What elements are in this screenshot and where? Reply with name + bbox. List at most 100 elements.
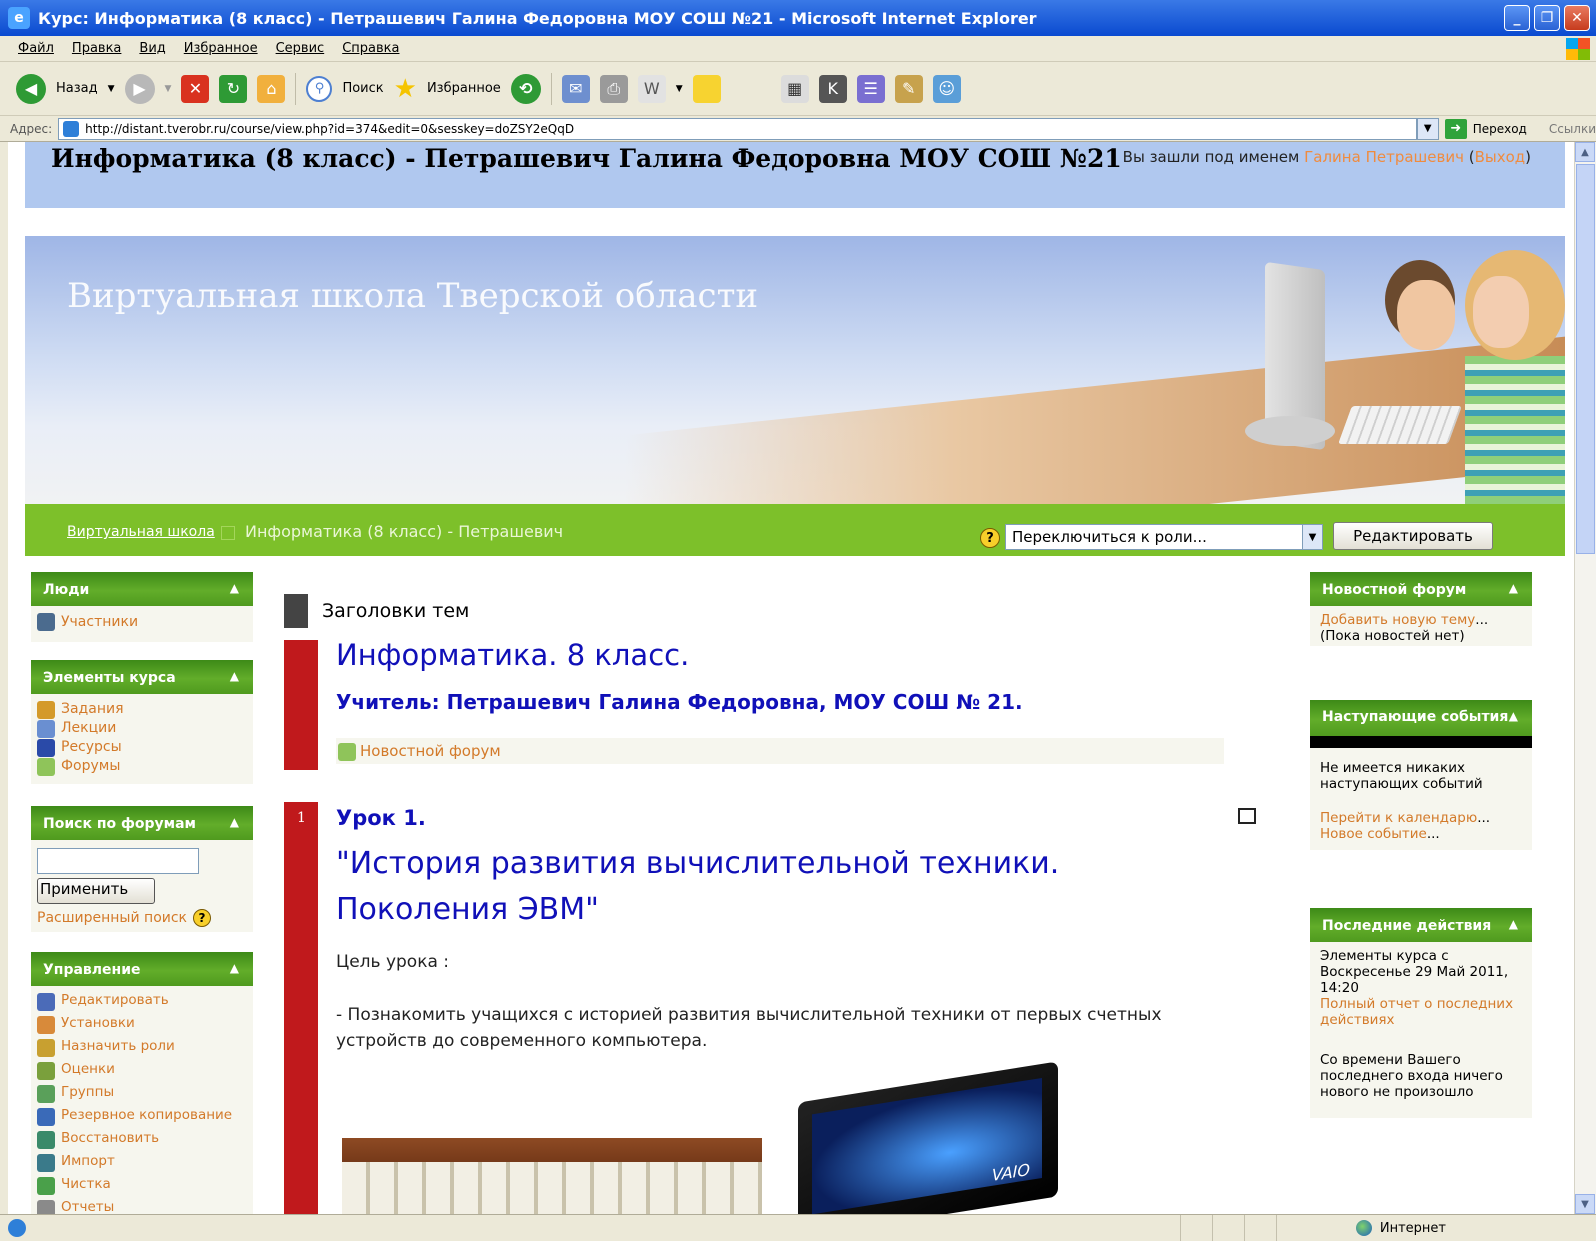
list-item[interactable]: Форумы [37,757,247,776]
favorites-star-icon[interactable]: ★ [394,74,417,104]
mail-icon[interactable]: ✉ [561,74,590,103]
lesson-label: Урок 1. [336,806,426,830]
history-icon[interactable]: ⟲ [510,73,541,104]
edit-mode-button[interactable]: Редактировать [1333,522,1493,550]
banner-title: Виртуальная школа Тверской области [67,276,759,316]
list-item[interactable]: Лекции [37,719,247,738]
list-item[interactable]: Чистка [37,1176,247,1195]
admin-reports-link[interactable]: Отчеты [61,1199,114,1214]
scroll-thumb[interactable] [1576,164,1595,554]
collapse-icon[interactable]: ▲ [1509,581,1518,595]
minimize-button[interactable]: _ [1504,5,1530,31]
list-item[interactable]: Редактировать [37,992,247,1011]
help-icon[interactable]: ? [980,528,1000,548]
list-item[interactable]: Установки [37,1015,247,1034]
list-item[interactable]: Восстановить [37,1130,247,1149]
collapse-icon[interactable]: ▲ [230,815,239,829]
collapse-icon[interactable]: ▲ [1509,917,1518,931]
address-input[interactable]: http://distant.tverobr.ru/course/view.ph… [58,117,1417,140]
contacts-icon[interactable]: ☺ [932,74,961,103]
go-arrow-icon[interactable]: ➜ [1444,118,1467,139]
go-to-calendar-link[interactable]: Перейти к календарю [1320,810,1477,826]
go-button[interactable]: Переход [1473,122,1527,136]
collapse-icon[interactable]: ▲ [230,961,239,975]
admin-edit-link[interactable]: Редактировать [61,992,169,1008]
notes-icon[interactable] [692,74,721,103]
admin-roles-link[interactable]: Назначить роли [61,1038,175,1054]
links-button[interactable]: Ссылки [1549,122,1596,136]
scroll-up-icon[interactable]: ▲ [1575,142,1595,162]
list-item[interactable]: Группы [37,1084,247,1103]
list-item[interactable]: Назначить роли [37,1038,247,1057]
assignments-link[interactable]: Задания [61,700,124,719]
research-icon[interactable]: ✎ [894,74,923,103]
edit-page-icon[interactable]: W [637,74,666,103]
collapse-icon[interactable]: ▲ [1509,709,1518,724]
scroll-down-icon[interactable]: ▼ [1575,1194,1595,1214]
news-forum-link[interactable]: Новостной форум [360,742,501,760]
page-icon [63,120,80,137]
forum-search-input[interactable] [37,848,199,874]
logout-link[interactable]: Выход [1475,148,1526,166]
menu-help[interactable]: Справка [342,41,399,56]
menu-favorites[interactable]: Избранное [184,41,258,56]
breadcrumb-home[interactable]: Виртуальная школа [67,524,215,540]
list-item[interactable]: Оценки [37,1061,247,1080]
list-item[interactable]: Ресурсы [37,738,247,757]
user-profile-link[interactable]: Галина Петрашевич [1304,148,1464,166]
admin-groups-link[interactable]: Группы [61,1084,114,1100]
address-url[interactable]: http://distant.tverobr.ru/course/view.ph… [85,122,574,136]
admin-reset-link[interactable]: Чистка [61,1176,111,1192]
forums-link[interactable]: Форумы [61,757,120,776]
k-app-icon[interactable]: K [818,74,847,103]
edit-dropdown-icon[interactable]: ▼ [676,84,683,94]
full-report-link[interactable]: Полный отчет о последних действиях [1320,996,1513,1028]
search-apply-button[interactable]: Применить [37,878,155,904]
favorites-button-label[interactable]: Избранное [427,81,501,96]
close-button[interactable]: ✕ [1564,5,1590,31]
menu-edit[interactable]: Правка [72,41,121,56]
menu-file[interactable]: Файл [18,41,54,56]
stop-icon[interactable]: ✕ [181,74,210,103]
list-item[interactable]: Резервное копирование [37,1107,247,1126]
resources-link[interactable]: Ресурсы [61,738,122,757]
list-item[interactable]: Отчеты [37,1199,247,1214]
list-item[interactable]: Задания [37,700,247,719]
messenger-icon[interactable]: ☰ [856,74,885,103]
address-dropdown-icon[interactable]: ▼ [1416,117,1439,140]
back-button-label[interactable]: Назад [56,81,98,96]
menu-tools[interactable]: Сервис [276,41,325,56]
admin-import-link[interactable]: Импорт [61,1153,115,1169]
new-event-link[interactable]: Новое событие [1320,826,1427,842]
help-icon[interactable]: ? [193,909,212,927]
participants-link[interactable]: Участники [61,612,138,632]
restore-button[interactable]: ❐ [1534,5,1560,31]
back-arrow-icon[interactable]: ◀ [16,73,46,104]
advanced-search-link[interactable]: Расширенный поиск [37,908,187,928]
print-icon[interactable]: ⎙ [599,74,628,103]
admin-settings-link[interactable]: Установки [61,1015,135,1031]
search-icon[interactable]: ⚲ [306,75,333,102]
refresh-icon[interactable]: ↻ [219,74,248,103]
highlight-checkbox-icon[interactable] [1238,808,1256,824]
admin-backup-link[interactable]: Резервное копирование [61,1107,232,1123]
chevron-down-icon[interactable]: ▼ [1302,525,1322,549]
search-button-label[interactable]: Поиск [342,81,383,96]
admin-restore-link[interactable]: Восстановить [61,1130,159,1146]
list-item[interactable]: Участники [37,612,247,632]
collapse-icon[interactable]: ▲ [230,669,239,683]
back-dropdown-icon[interactable]: ▼ [108,84,115,94]
collapse-icon[interactable]: ▲ [230,581,239,595]
vertical-scrollbar[interactable]: ▲ ▼ [1574,142,1596,1214]
list-item[interactable]: Импорт [37,1153,247,1172]
menu-view[interactable]: Вид [139,41,165,56]
forward-dropdown-icon[interactable]: ▼ [165,84,172,94]
forward-arrow-icon[interactable]: ▶ [124,73,155,104]
grid-icon[interactable]: ▦ [780,74,809,103]
role-switch-select[interactable]: Переключиться к роли... ▼ [1005,524,1323,550]
news-forum-row[interactable]: Новостной форум [336,738,1224,764]
lessons-link[interactable]: Лекции [61,719,116,738]
add-news-topic-link[interactable]: Добавить новую тему [1320,612,1475,628]
admin-grades-link[interactable]: Оценки [61,1061,115,1077]
home-icon[interactable]: ⌂ [257,74,286,103]
